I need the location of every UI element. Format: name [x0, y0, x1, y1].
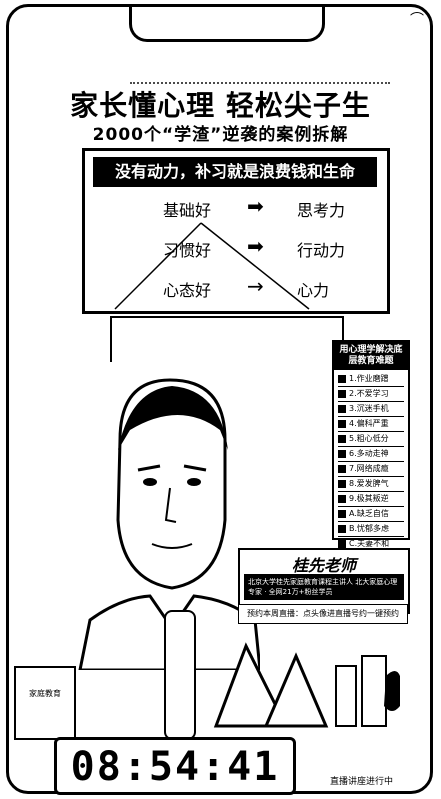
whiteboard: 没有动力，补习就是浪费钱和生命 基础好 ➡ 思考力 习惯好 ➡ 行动力 心态好 …	[82, 148, 390, 314]
list-item: 2.不爱学习	[338, 387, 404, 402]
book: 家庭教育	[14, 666, 76, 740]
board-row: 心态好 → 心力	[85, 274, 387, 307]
checkbox-icon	[338, 465, 346, 473]
checkbox-icon	[338, 450, 346, 458]
checkbox-icon	[338, 510, 346, 518]
list-item: 6.多动走神	[338, 447, 404, 462]
board-row: 习惯好 ➡ 行动力	[85, 234, 387, 267]
checkbox-icon	[338, 405, 346, 413]
topic-card-heading: 用心理学解决底层教育难题	[334, 342, 408, 370]
arrow-right-icon: ➡	[247, 234, 264, 258]
book-label: 家庭教育	[29, 689, 61, 698]
topic-list: 1.作业磨蹭 2.不爱学习 3.沉迷手机 4.偏科严重 5.粗心低分 6.多动走…	[334, 372, 408, 552]
checkbox-icon	[338, 435, 346, 443]
list-item: 1.作业磨蹭	[338, 372, 404, 387]
row-left-label: 心态好	[163, 281, 212, 300]
corner-mark-icon: ⌒	[410, 12, 424, 28]
row-right-label: 思考力	[297, 201, 346, 220]
board-banner: 没有动力，补习就是浪费钱和生命	[93, 157, 377, 187]
teacher-bio: 北京大学桂先家庭教育课程主讲人 北大家庭心理专家 · 全网21万+粉丝学员	[244, 574, 404, 600]
presenter-figure	[78, 378, 260, 670]
list-item: 8.爱发脾气	[338, 477, 404, 492]
page-title: 家长懂心理 轻松尖子生	[70, 89, 371, 122]
background-shelf	[110, 316, 344, 362]
row-left-label: 基础好	[163, 201, 212, 220]
live-booking-notice[interactable]: 预约本周直播：点头像进直播号约一键预约	[238, 604, 408, 624]
list-item: 5.粗心低分	[338, 432, 404, 447]
checkbox-icon	[338, 420, 346, 428]
checkbox-icon	[338, 525, 346, 533]
board-row: 基础好 ➡ 思考力	[85, 194, 387, 227]
decorative-scribble	[130, 60, 390, 84]
topic-card: 用心理学解决底层教育难题 1.作业磨蹭 2.不爱学习 3.沉迷手机 4.偏科严重…	[332, 340, 410, 552]
microphone-icon	[164, 610, 196, 740]
teacher-name: 桂先老师	[291, 556, 356, 575]
digital-clock: 08:54:41	[54, 737, 296, 795]
list-item: 3.沉迷手机	[338, 402, 404, 417]
checkbox-icon	[338, 375, 346, 383]
list-item: 4.偏科严重	[338, 417, 404, 432]
list-item: 9.极其叛逆	[338, 492, 404, 507]
list-item: 7.网络成瘾	[338, 462, 404, 477]
row-left-label: 习惯好	[163, 241, 212, 260]
list-item: A.缺乏自信	[338, 507, 404, 522]
checkbox-icon	[338, 390, 346, 398]
checkbox-icon	[338, 540, 346, 548]
list-item: B.忧郁多虑	[338, 522, 404, 537]
arrow-right-icon: →	[247, 274, 264, 298]
camera-notch	[129, 7, 325, 42]
clock-time: 08:54:41	[70, 744, 280, 790]
page-subtitle: 2000个“学渣”逆袭的案例拆解	[92, 125, 349, 145]
row-right-label: 行动力	[297, 241, 346, 260]
desk-decoration-icon	[213, 642, 400, 728]
plaque-text: 直播讲座进行中	[330, 777, 394, 787]
checkbox-icon	[338, 480, 346, 488]
arrow-right-icon: ➡	[247, 194, 264, 218]
row-right-label: 心力	[297, 281, 330, 300]
checkbox-icon	[338, 495, 346, 503]
